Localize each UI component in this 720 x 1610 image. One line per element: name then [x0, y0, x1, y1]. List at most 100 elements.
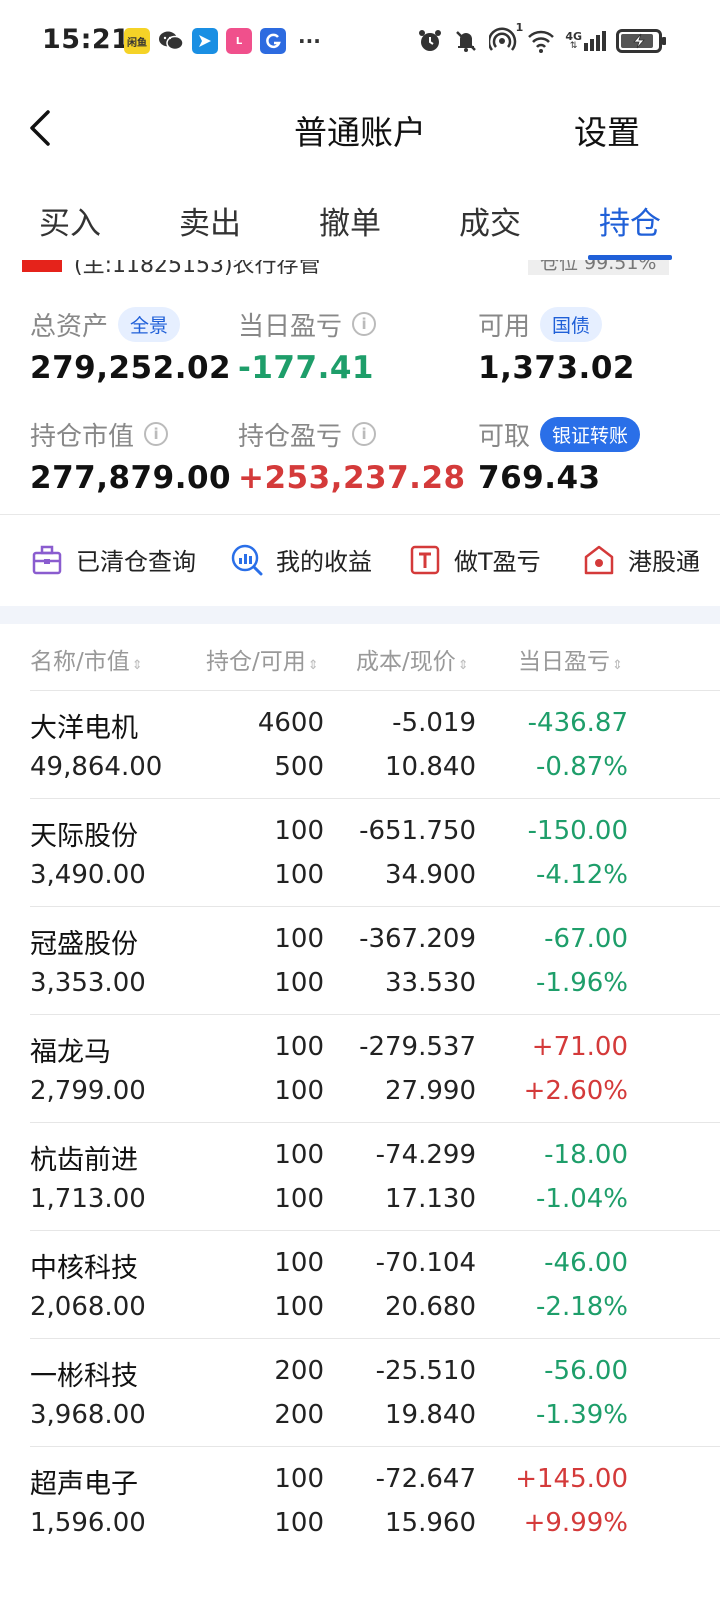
market-value: 1,596.00 [30, 1508, 146, 1538]
china-flag-icon [22, 260, 62, 272]
my-earnings-button[interactable]: 我的收益 [230, 542, 372, 577]
available-value: 1,373.02 [478, 350, 635, 386]
position-qty: 100 [274, 816, 324, 846]
current-price: 27.990 [385, 1076, 476, 1106]
current-price: 34.900 [385, 860, 476, 890]
daily-pnl-amount: -46.00 [544, 1248, 628, 1278]
divider [0, 514, 720, 515]
available-label: 可用 [478, 311, 531, 342]
table-row[interactable]: 冠盛股份 3,353.00 100 100 -367.209 33.530 -6… [0, 906, 720, 1014]
withdrawable-label: 可取 [478, 421, 531, 452]
status-time: 15:21 [42, 24, 131, 55]
tab-buy[interactable]: 买入 [0, 184, 140, 260]
battery-icon [616, 29, 666, 53]
current-price: 20.680 [385, 1292, 476, 1322]
hk-icon [584, 545, 614, 574]
market-value: 3,968.00 [30, 1400, 146, 1430]
table-row[interactable]: 杭齿前进 1,713.00 100 100 -74.299 17.130 -18… [0, 1122, 720, 1230]
info-icon[interactable]: i [144, 422, 169, 446]
cost-price: -74.299 [375, 1140, 476, 1170]
quick-action-label: 我的收益 [276, 548, 372, 576]
trade-tabs: 买入 卖出 撤单 成交 持仓 [0, 184, 720, 260]
table-row[interactable]: 大洋电机 49,864.00 4600 500 -5.019 10.840 -4… [0, 690, 720, 798]
market-value: 3,490.00 [30, 860, 146, 890]
daily-pnl-amount: +71.00 [531, 1032, 628, 1062]
sort-icon: ⇕ [131, 658, 143, 673]
overview-pill[interactable]: 全景 [118, 306, 181, 342]
column-header-label: 名称/市值 [30, 649, 130, 675]
tab-deals[interactable]: 成交 [420, 184, 560, 260]
daily-pnl-percent: -4.12% [536, 860, 628, 890]
table-row[interactable]: 福龙马 2,799.00 100 100 -279.537 27.990 +71… [0, 1014, 720, 1122]
stock-name: 天际股份 [30, 821, 138, 852]
position-ratio-badge: 仓位 99.51% [528, 260, 669, 275]
table-row[interactable]: 天际股份 3,490.00 100 100 -651.750 34.900 -1… [0, 798, 720, 906]
sort-icon: ⇕ [457, 658, 469, 673]
available-qty: 100 [274, 1292, 324, 1322]
market-value: 持仓市值 i 277,879.00 [30, 414, 231, 497]
tab-sell[interactable]: 卖出 [140, 184, 280, 260]
treasury-bond-pill[interactable]: 国债 [540, 306, 603, 342]
holdings-list: 大洋电机 49,864.00 4600 500 -5.019 10.840 -4… [0, 690, 720, 1554]
stock-name: 中核科技 [30, 1253, 138, 1284]
daily-pnl-amount: -67.00 [544, 924, 628, 954]
sort-icon: ⇕ [307, 658, 319, 673]
withdrawable-value: 769.43 [478, 460, 601, 496]
position-pnl-label: 持仓盈亏 [238, 421, 343, 452]
stock-name: 一彬科技 [30, 1361, 138, 1392]
daily-pnl-percent: -1.04% [536, 1184, 628, 1214]
cost-price: -70.104 [375, 1248, 476, 1278]
holdings-table-header: 名称/市值 ⇕ ⇕持仓/可用 成本/现价 ⇕ 当日盈亏 ⇕ [0, 624, 720, 690]
daily-pnl-amount: -150.00 [527, 816, 628, 846]
daily-pnl: 当日盈亏 i -177.41 [238, 304, 377, 386]
market-value: 49,864.00 [30, 752, 163, 782]
position-qty: 100 [274, 924, 324, 954]
column-header-label: 成本/现价 [356, 649, 456, 675]
tab-cancel-order[interactable]: 撤单 [280, 184, 420, 260]
tab-holdings[interactable]: 持仓 [560, 184, 700, 260]
table-row[interactable]: 一彬科技 3,968.00 200 200 -25.510 19.840 -56… [0, 1338, 720, 1446]
daily-pnl-amount: -18.00 [544, 1140, 628, 1170]
withdrawable-funds: 可取 银证转账 769.43 [478, 414, 641, 496]
available-qty: 500 [274, 752, 324, 782]
table-row[interactable]: 超声电子 1,596.00 100 100 -72.647 15.960 +14… [0, 1446, 720, 1554]
market-value: 1,713.00 [30, 1184, 146, 1214]
hotspot-indicator: 1 [488, 22, 523, 56]
alarm-icon [419, 30, 442, 51]
position-qty: 100 [274, 1464, 324, 1494]
position-qty: 100 [274, 1032, 324, 1062]
quick-action-label: 港股通 [628, 548, 700, 576]
column-header-position[interactable]: ⇕持仓/可用 [206, 642, 328, 676]
hk-connect-button[interactable]: 港股通 [582, 542, 700, 577]
info-icon[interactable]: i [352, 312, 377, 336]
settings-button[interactable]: 设置 [574, 106, 640, 154]
wechat-icon [158, 28, 184, 54]
cost-price: -651.750 [359, 816, 476, 846]
position-qty: 4600 [257, 708, 324, 738]
cost-price: -5.019 [392, 708, 476, 738]
stock-name: 冠盛股份 [30, 929, 138, 960]
column-header-cost[interactable]: 成本/现价 ⇕ [356, 642, 469, 676]
quick-action-label: 做T盈亏 [454, 548, 541, 576]
feishu-icon [192, 28, 218, 54]
stock-name: 杭齿前进 [30, 1145, 138, 1176]
current-price: 19.840 [385, 1400, 476, 1430]
table-row[interactable]: 中核科技 2,068.00 100 100 -70.104 20.680 -46… [0, 1230, 720, 1338]
t-trade-pnl-button[interactable]: 做T盈亏 [408, 542, 541, 577]
app-header: 普通账户 设置 [0, 84, 720, 170]
daily-pnl-percent: -1.96% [536, 968, 628, 998]
total-assets-label: 总资产 [30, 311, 109, 342]
asset-summary: 总资产 全景 279,252.02 当日盈亏 i -177.41 可用 国债 1,37… [0, 300, 720, 512]
bank-transfer-button[interactable]: 银证转账 [540, 416, 641, 452]
column-header-label: 当日盈亏 [518, 649, 610, 675]
cleared-positions-query-button[interactable]: 已清仓查询 [30, 542, 196, 577]
cost-price: -72.647 [375, 1464, 476, 1494]
column-header-daily-pnl[interactable]: 当日盈亏 ⇕ [518, 642, 623, 676]
account-info: (主:11825153)农行存管 [74, 260, 321, 276]
position-qty: 200 [274, 1356, 324, 1386]
info-icon[interactable]: i [352, 422, 377, 446]
quick-actions: 已清仓查询 我的收益 做T盈亏 港股通 [0, 516, 720, 606]
column-header-name[interactable]: 名称/市值 ⇕ [30, 642, 143, 676]
current-price: 33.530 [385, 968, 476, 998]
column-header-label: 持仓/可用 [206, 649, 306, 675]
